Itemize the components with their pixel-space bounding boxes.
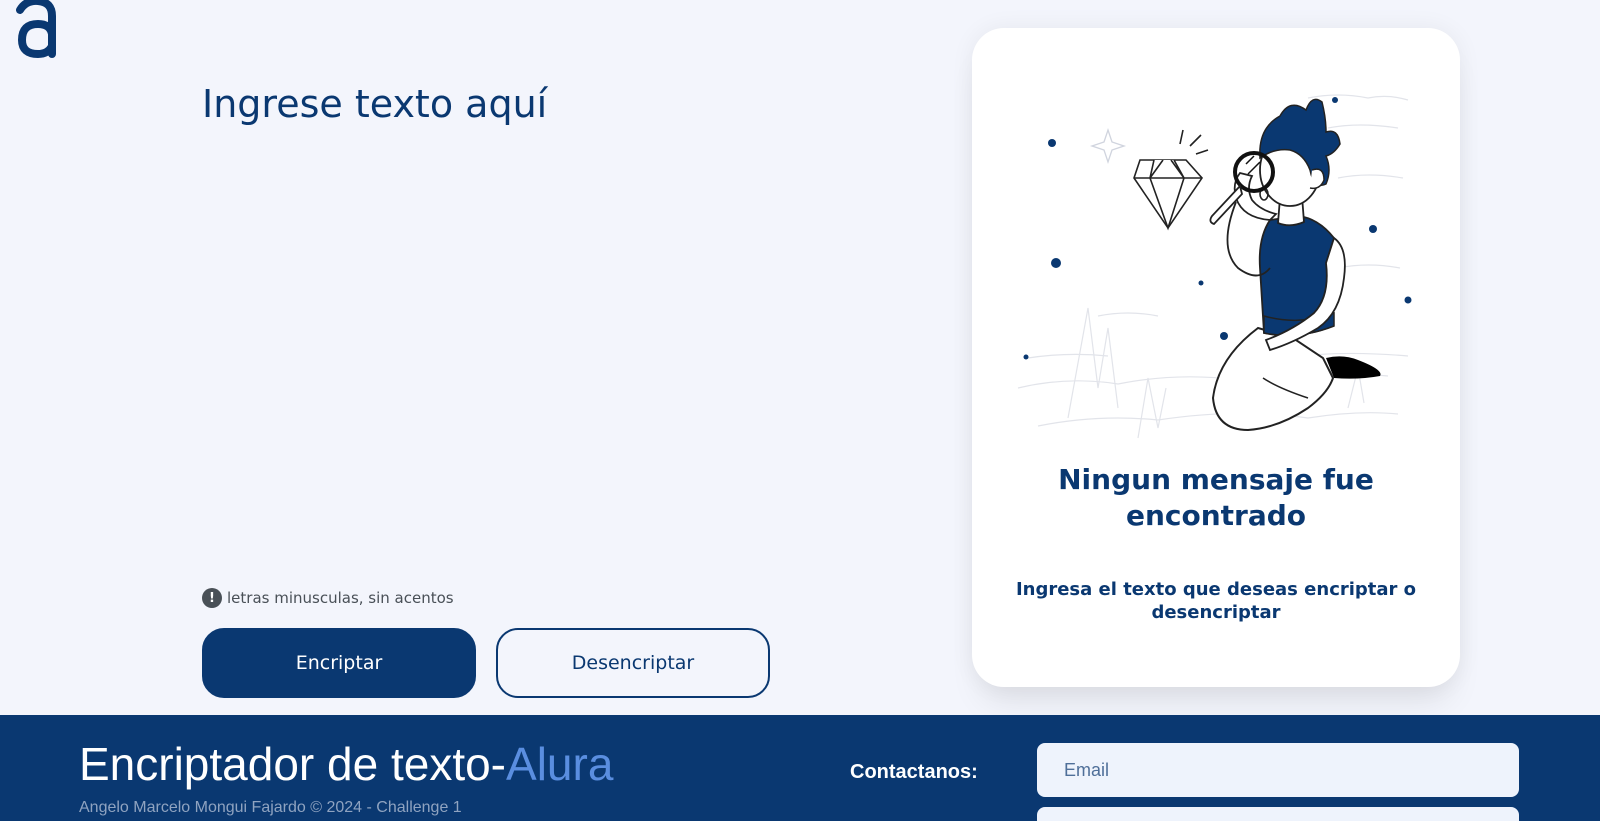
message-input[interactable] [1037, 807, 1519, 821]
footer-title-accent: Alura [506, 738, 614, 790]
person-with-magnifying-glass-illustration [1017, 94, 1412, 439]
exclamation-circle-icon: ! [202, 588, 222, 608]
input-hint: ! letras minusculas, sin acentos [202, 588, 454, 608]
empty-state-subtitle: Ingresa el texto que deseas encriptar o … [1015, 579, 1417, 623]
footer: Encriptador de texto-Alura Angelo Marcel… [0, 715, 1600, 821]
footer-title: Encriptador de texto-Alura [79, 737, 613, 791]
decrypt-button[interactable]: Desencriptar [496, 628, 770, 698]
email-input[interactable] [1037, 743, 1519, 797]
footer-credit: Angelo Marcelo Mongui Fajardo © 2024 - C… [79, 799, 462, 816]
empty-state-title: Ningun mensaje fue encontrado [1058, 463, 1374, 532]
alura-logo-icon[interactable] [14, 0, 60, 60]
result-card: Ningun mensaje fue encontrado Ingresa el… [972, 28, 1460, 687]
text-input[interactable] [202, 76, 762, 556]
contact-label: Contactanos: [850, 761, 978, 783]
encrypt-button[interactable]: Encriptar [202, 628, 476, 698]
footer-title-main: Encriptador de texto- [79, 738, 507, 790]
hint-text: letras minusculas, sin acentos [227, 589, 454, 607]
